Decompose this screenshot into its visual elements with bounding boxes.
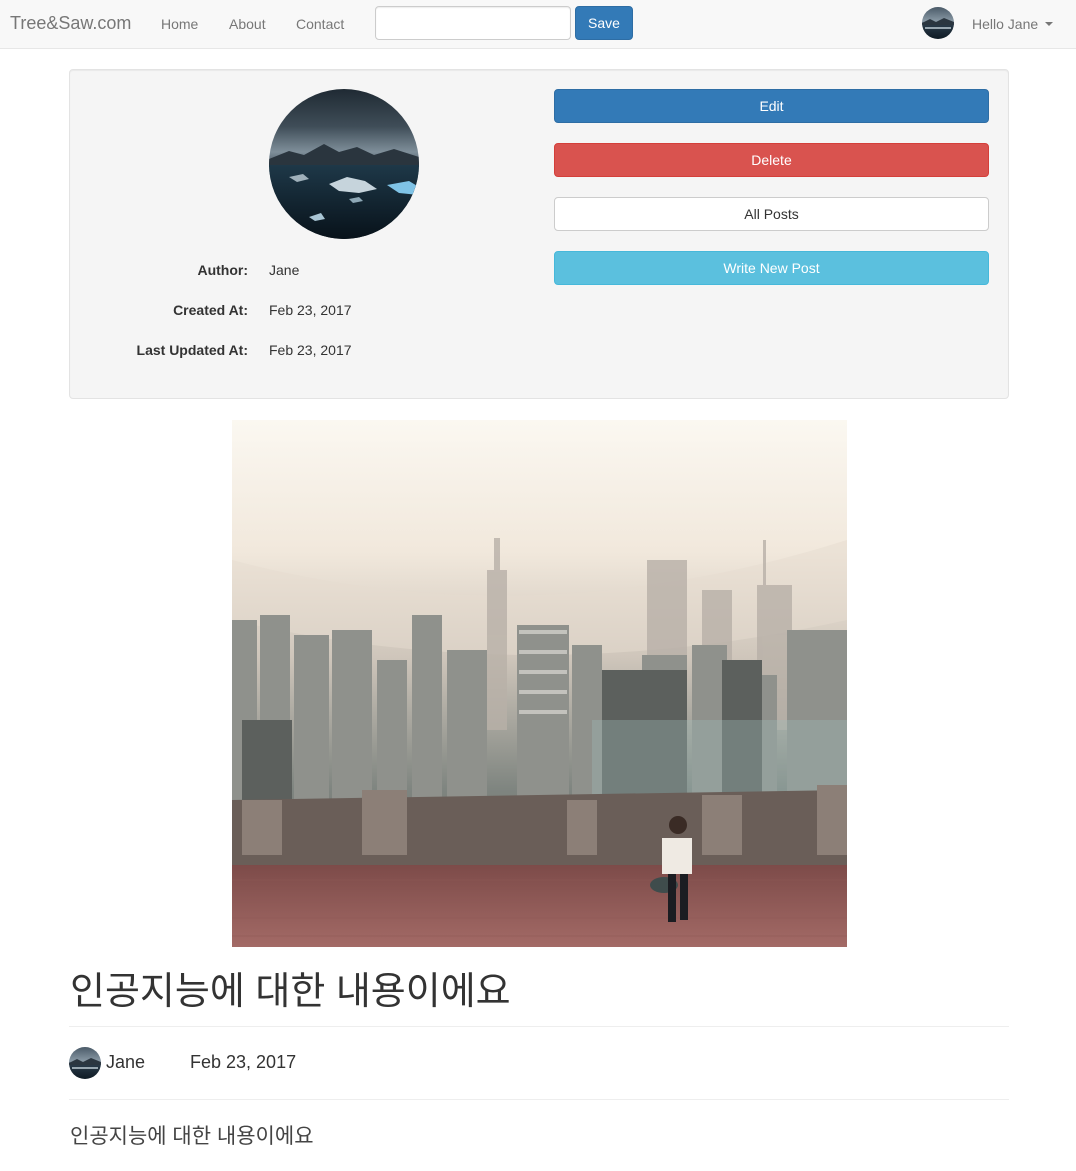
write-new-post-button[interactable]: Write New Post [554, 251, 989, 285]
brand-link[interactable]: Tree&Saw.com [10, 13, 131, 34]
post-title: 인공지능에 대한 내용이에요 [70, 971, 511, 1013]
profile-avatar [269, 89, 419, 239]
last-updated-label: Last Updated At: [136, 342, 248, 358]
post-author-avatar-icon [69, 1047, 101, 1079]
last-updated-value: Feb 23, 2017 [269, 342, 352, 358]
user-menu-toggle[interactable]: Hello Jane [972, 16, 1038, 32]
navbar: Tree&Saw.com Home About Contact Save Hel… [0, 0, 1076, 49]
divider [69, 1099, 1009, 1100]
author-label: Author: [197, 262, 248, 278]
created-at-value: Feb 23, 2017 [269, 302, 352, 318]
profile-panel: Author: Jane Created At: Feb 23, 2017 La… [69, 69, 1009, 399]
nav-link-contact[interactable]: Contact [296, 16, 344, 32]
caret-down-icon[interactable] [1045, 22, 1053, 26]
post-date: Feb 23, 2017 [190, 1052, 297, 1072]
navbar-text-input[interactable] [375, 6, 571, 40]
post-author: Jane [106, 1052, 146, 1072]
nav-link-home[interactable]: Home [161, 16, 198, 32]
nav-link-about[interactable]: About [229, 16, 266, 32]
save-button[interactable]: Save [575, 6, 633, 40]
post-body: 인공지능에 대한 내용이에요 [70, 1125, 314, 1148]
edit-button[interactable]: Edit [554, 89, 989, 123]
created-at-label: Created At: [173, 302, 248, 318]
author-value: Jane [269, 262, 300, 278]
divider [69, 1026, 1009, 1027]
user-avatar-icon[interactable] [922, 7, 954, 39]
post-image [232, 420, 847, 947]
all-posts-button[interactable]: All Posts [554, 197, 989, 231]
delete-button[interactable]: Delete [554, 143, 989, 177]
